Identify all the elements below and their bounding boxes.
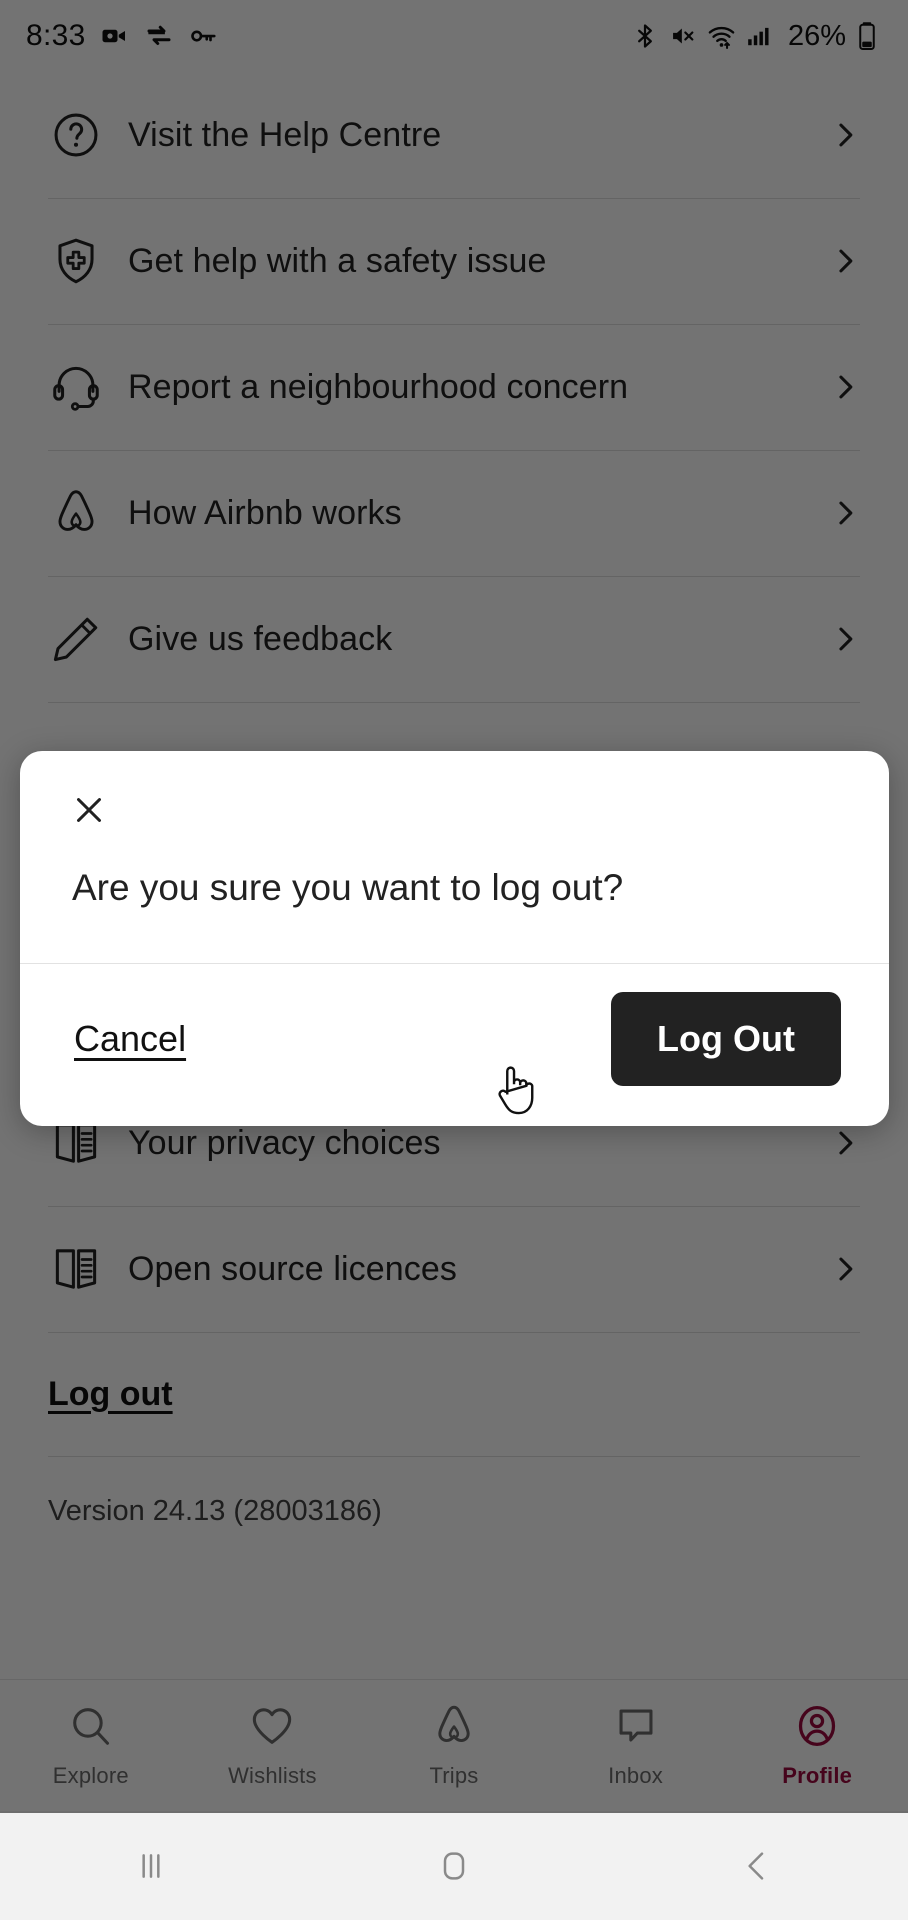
logout-confirmation-dialog: Are you sure you want to log out? Cancel… (20, 751, 889, 1127)
home-icon[interactable] (303, 1846, 606, 1886)
android-navigation-bar (0, 1811, 908, 1920)
phone-screen: 8:33 (0, 0, 908, 1920)
cancel-button[interactable]: Cancel (68, 1008, 192, 1070)
close-icon[interactable] (66, 787, 112, 833)
dialog-header (20, 751, 889, 833)
dialog-actions: Cancel Log Out (20, 964, 889, 1126)
log-out-button[interactable]: Log Out (611, 992, 841, 1087)
dialog-message: Are you sure you want to log out? (72, 867, 624, 908)
back-icon[interactable] (605, 1846, 908, 1886)
recents-icon[interactable] (0, 1846, 303, 1886)
